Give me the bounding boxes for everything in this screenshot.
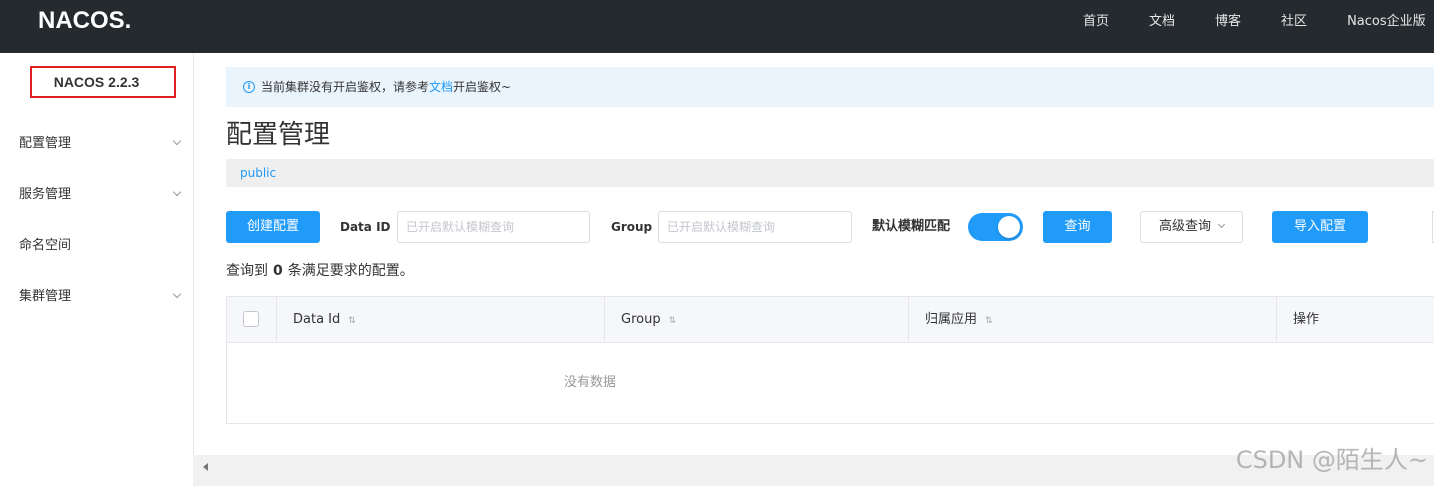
advanced-search-label: 高级查询 <box>1158 219 1211 234</box>
page-title: 配置管理 <box>226 120 331 150</box>
sidebar-item-label: 集群管理 <box>19 289 72 304</box>
nav-community[interactable]: 社区 <box>1281 13 1307 31</box>
info-icon: i <box>243 81 255 93</box>
data-id-label: Data ID <box>340 220 391 234</box>
top-header: NACOS. 首页 文档 博客 社区 Nacos企业版 <box>0 0 1434 53</box>
result-summary: 查询到 0 条满足要求的配置。 <box>226 261 414 281</box>
column-label: Data Id <box>293 312 341 327</box>
config-table: Data Id ⇅ Group ⇅ 归属应用 ⇅ 操作⇅ 没有数据 <box>226 296 1434 424</box>
column-header-actions: 操作⇅ <box>1276 297 1434 342</box>
nav-enterprise[interactable]: Nacos企业版 <box>1347 13 1426 31</box>
column-header-app[interactable]: 归属应用 ⇅ <box>908 297 1276 342</box>
highlight-annotation <box>30 66 176 98</box>
namespace-bar: public <box>226 159 1434 187</box>
sort-icon[interactable]: ⇅ <box>348 299 356 344</box>
namespace-tab-public[interactable]: public <box>240 159 276 187</box>
sort-icon[interactable]: ⇅ <box>985 299 993 344</box>
chevron-down-icon <box>1217 220 1226 229</box>
table-header: Data Id ⇅ Group ⇅ 归属应用 ⇅ 操作⇅ <box>227 297 1434 343</box>
column-label: 操作 <box>1293 312 1320 327</box>
sidebar-item-cluster-management[interactable]: 集群管理 <box>0 271 193 322</box>
sidebar-item-label: 服务管理 <box>19 187 72 202</box>
result-count: 0 <box>273 263 283 279</box>
result-prefix: 查询到 <box>226 263 268 279</box>
column-label: Group <box>621 312 661 327</box>
column-label: 归属应用 <box>925 312 978 327</box>
auth-notice: i 当前集群没有开启鉴权，请参考文档开启鉴权~ <box>226 67 1434 107</box>
fuzzy-match-toggle[interactable] <box>968 213 1023 241</box>
chevron-down-icon <box>172 289 182 299</box>
sidebar-item-namespace[interactable]: 命名空间 <box>0 220 193 271</box>
chevron-down-icon <box>172 136 182 146</box>
column-header-data-id[interactable]: Data Id ⇅ <box>276 297 604 342</box>
notice-text-after: 开启鉴权~ <box>453 80 512 94</box>
notice-text-before: 当前集群没有开启鉴权，请参考 <box>261 80 430 94</box>
import-config-button[interactable]: 导入配置 <box>1272 211 1368 243</box>
table-header-select <box>227 297 276 342</box>
result-suffix: 条满足要求的配置。 <box>287 263 414 279</box>
nav-blog[interactable]: 博客 <box>1215 13 1241 31</box>
column-header-group[interactable]: Group ⇅ <box>604 297 908 342</box>
search-button[interactable]: 查询 <box>1043 211 1112 243</box>
toggle-knob <box>998 216 1020 238</box>
select-all-checkbox[interactable] <box>243 311 259 327</box>
top-nav: 首页 文档 博客 社区 Nacos企业版 <box>1083 13 1426 31</box>
group-input[interactable] <box>658 211 852 243</box>
empty-state-text: 没有数据 <box>564 375 617 390</box>
scroll-left-arrow-icon[interactable] <box>203 463 208 471</box>
nav-home[interactable]: 首页 <box>1083 13 1109 31</box>
create-config-button[interactable]: 创建配置 <box>226 211 320 243</box>
sidebar-item-service-management[interactable]: 服务管理 <box>0 169 193 220</box>
notice-text: 当前集群没有开启鉴权，请参考文档开启鉴权~ <box>261 67 511 107</box>
sidebar-item-label: 命名空间 <box>19 238 72 253</box>
sidebar-item-config-management[interactable]: 配置管理 <box>0 118 193 169</box>
watermark: CSDN @陌生人~ <box>1235 446 1428 474</box>
table-body: 没有数据 <box>227 343 1434 423</box>
sort-icon[interactable]: ⇅ <box>669 299 677 344</box>
group-label: Group <box>611 220 653 234</box>
advanced-search-button[interactable]: 高级查询 <box>1140 211 1243 243</box>
nacos-logo[interactable]: NACOS. <box>38 7 131 35</box>
fuzzy-match-label: 默认模糊匹配 <box>872 219 951 234</box>
nav-docs[interactable]: 文档 <box>1149 13 1175 31</box>
notice-docs-link[interactable]: 文档 <box>429 80 453 94</box>
chevron-down-icon <box>172 187 182 197</box>
sidebar-item-label: 配置管理 <box>19 136 72 151</box>
data-id-input[interactable] <box>397 211 590 243</box>
